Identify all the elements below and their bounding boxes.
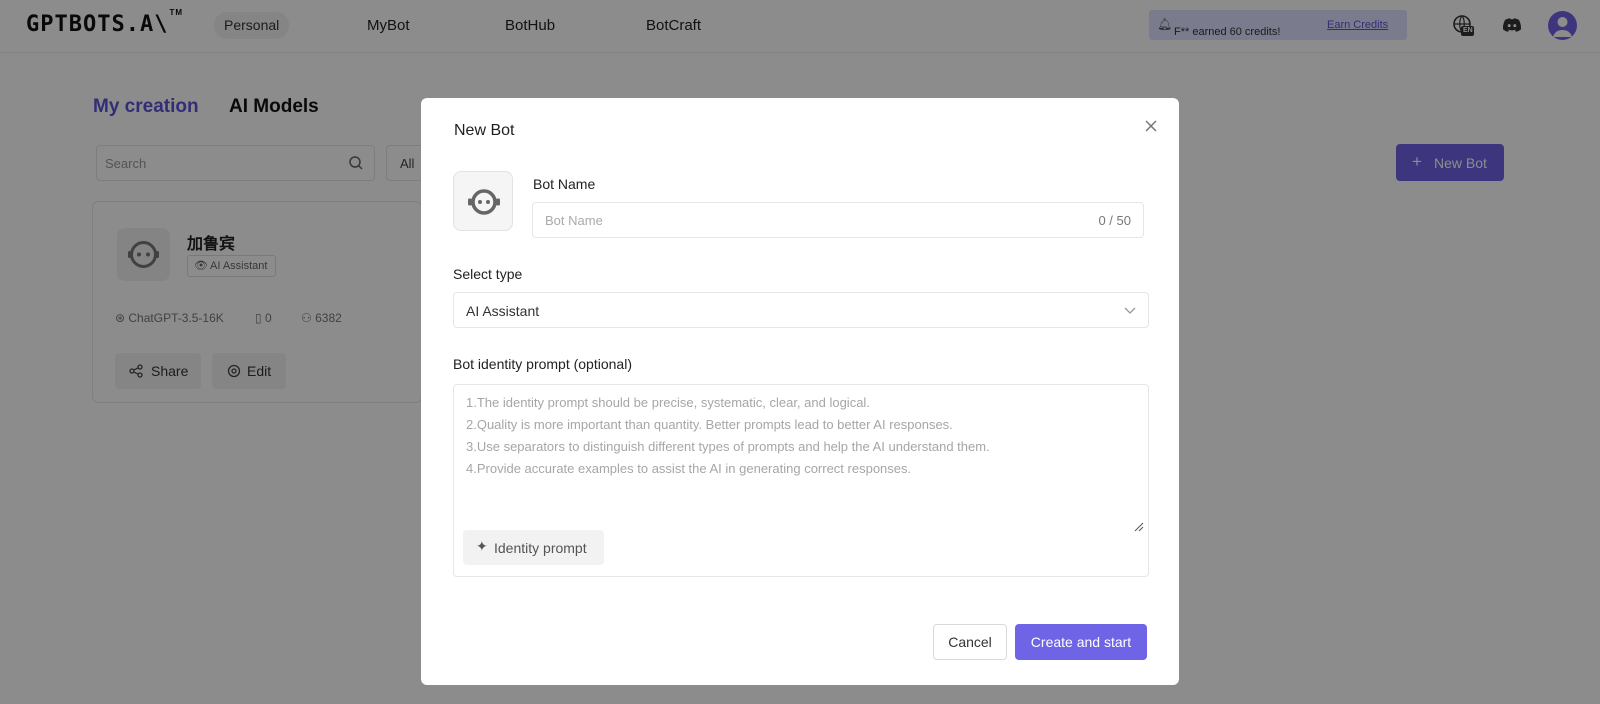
select-type-label: Select type bbox=[453, 266, 523, 282]
prompt-label: Bot identity prompt (optional) bbox=[453, 356, 632, 372]
sparkle-icon: ✦ bbox=[476, 538, 488, 554]
prompt-placeholder-line: 3.Use separators to distinguish differen… bbox=[466, 439, 990, 454]
prompt-placeholder-line: 2.Quality is more important than quantit… bbox=[466, 417, 953, 432]
bot-name-placeholder: Bot Name bbox=[545, 213, 603, 228]
create-and-start-button[interactable]: Create and start bbox=[1015, 624, 1147, 660]
bot-identity-prompt-textarea[interactable]: 1.The identity prompt should be precise,… bbox=[453, 384, 1149, 577]
bot-name-counter: 0 / 50 bbox=[1098, 213, 1131, 228]
new-bot-dialog: New Bot Bot Name Bot Name 0 / 50 Select … bbox=[421, 98, 1179, 685]
dialog-title: New Bot bbox=[454, 122, 515, 139]
chevron-down-icon bbox=[1124, 307, 1136, 314]
bot-avatar-upload[interactable] bbox=[453, 171, 513, 231]
close-icon[interactable] bbox=[1143, 118, 1159, 134]
bot-type-value: AI Assistant bbox=[466, 303, 540, 319]
cancel-button[interactable]: Cancel bbox=[933, 624, 1007, 660]
robot-icon bbox=[468, 189, 500, 215]
resize-handle-icon[interactable] bbox=[1134, 522, 1144, 532]
bot-name-input[interactable]: Bot Name 0 / 50 bbox=[532, 202, 1144, 238]
bot-name-label: Bot Name bbox=[533, 176, 596, 192]
bot-type-select[interactable]: AI Assistant bbox=[453, 292, 1149, 328]
identity-prompt-button[interactable]: ✦ Identity prompt bbox=[463, 530, 604, 565]
prompt-placeholder-line: 4.Provide accurate examples to assist th… bbox=[466, 461, 912, 476]
prompt-placeholder-line: 1.The identity prompt should be precise,… bbox=[466, 395, 870, 410]
